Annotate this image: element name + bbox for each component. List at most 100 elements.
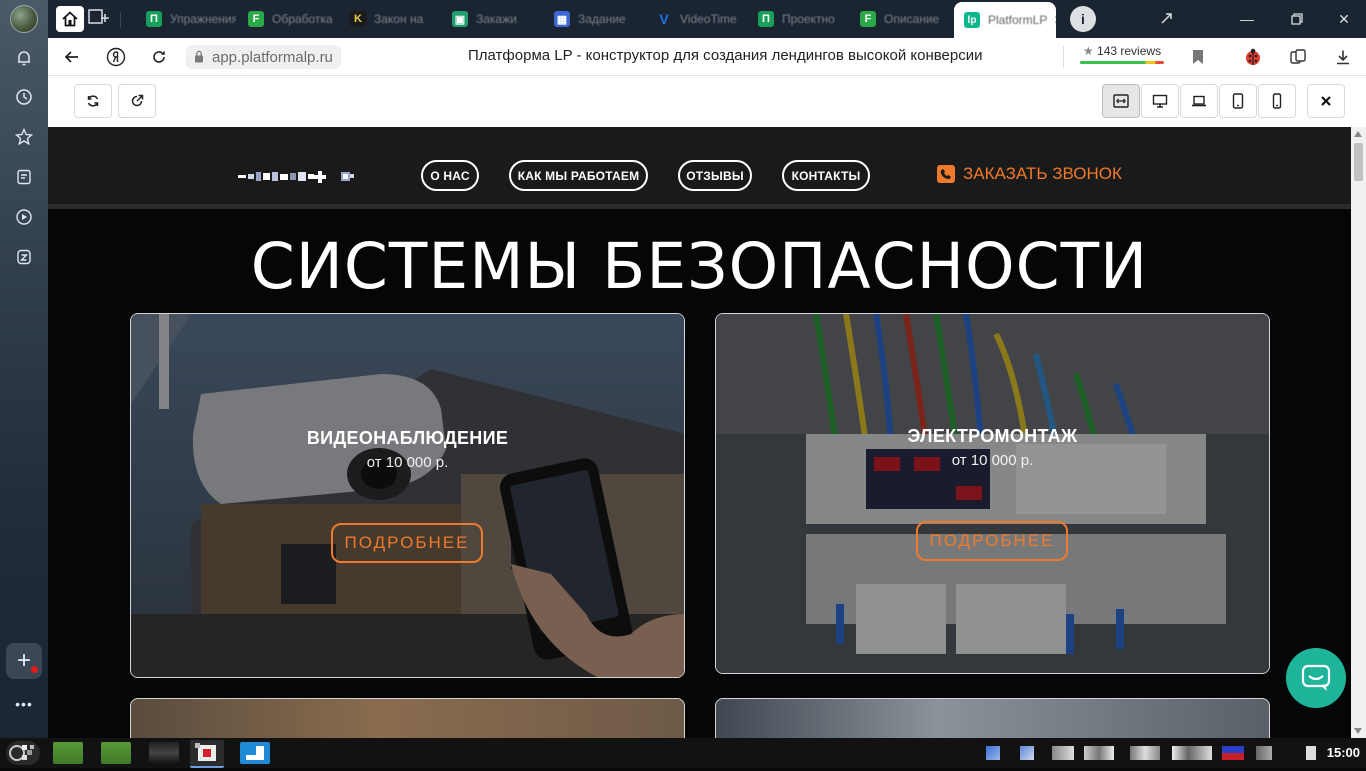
- tab-favicon: П: [758, 11, 774, 27]
- nav-contacts[interactable]: КОНТАКТЫ: [782, 160, 870, 191]
- profile-avatar[interactable]: [10, 5, 38, 33]
- scroll-up-arrow[interactable]: [1354, 131, 1362, 137]
- hero-title: СИСТЕМЫ БЕЗОПАСНОСТИ: [250, 230, 1149, 303]
- responsive-toolbar: [48, 76, 1366, 127]
- add-panel-button[interactable]: +: [6, 643, 42, 679]
- desktop-view-button[interactable]: [1141, 84, 1179, 118]
- service-card-4-partial[interactable]: [715, 698, 1270, 738]
- taskbar-app-browser[interactable]: [190, 740, 224, 768]
- tab-title: Упражнения: [170, 12, 236, 26]
- taskbar-app-3[interactable]: [149, 742, 179, 764]
- close-preview-button[interactable]: [1307, 84, 1345, 118]
- tablet-view-button[interactable]: [1219, 84, 1257, 118]
- tab-3[interactable]: K Закон на: [340, 4, 440, 34]
- tab-title: Проектно: [782, 12, 835, 26]
- tray-icon-5[interactable]: [1130, 746, 1160, 760]
- chat-icon: [1301, 664, 1331, 691]
- star-small-icon: ★: [1082, 44, 1094, 58]
- details-button[interactable]: ПОДРОБНЕЕ: [916, 521, 1068, 561]
- new-tab-icon[interactable]: i: [1070, 6, 1096, 32]
- scrollbar-thumb[interactable]: [1354, 143, 1363, 181]
- callback-link[interactable]: ЗАКАЗАТЬ ЗВОНОК: [937, 164, 1122, 184]
- star-icon[interactable]: [10, 123, 38, 151]
- tab-active-platformlp[interactable]: lp PlatformLP ✕: [954, 2, 1056, 38]
- tab-2[interactable]: F Обработка: [238, 4, 338, 34]
- nav-how-we-work[interactable]: КАК МЫ РАБОТАЕМ: [509, 160, 648, 191]
- scroll-down-arrow[interactable]: [1354, 728, 1362, 734]
- notes-icon[interactable]: [10, 163, 38, 191]
- tray-icon-3[interactable]: [1052, 746, 1074, 760]
- download-icon[interactable]: [1332, 46, 1354, 68]
- tab-title: PlatformLP: [988, 13, 1048, 27]
- tab-bar: П Упражнения F Обработка K Закон на ▣ Закажи…: [48, 0, 1366, 38]
- tab-8[interactable]: F Описание: [850, 4, 950, 34]
- fit-width-button[interactable]: [1102, 84, 1140, 118]
- tab-title: Закажи: [476, 12, 517, 26]
- taskbar-app-1[interactable]: [53, 742, 83, 764]
- close-window-icon[interactable]: ✕: [1333, 8, 1355, 30]
- history-icon[interactable]: [10, 83, 38, 111]
- tab-7[interactable]: П Проектно: [748, 4, 848, 34]
- nav-reviews[interactable]: ОТЗЫВЫ: [678, 160, 752, 191]
- reviews-count: 143 reviews: [1097, 44, 1162, 58]
- minimize-icon[interactable]: —: [1236, 8, 1258, 30]
- tray-icon-2[interactable]: [1020, 746, 1034, 760]
- laptop-view-button[interactable]: [1180, 84, 1218, 118]
- new-tab-group-icon[interactable]: [88, 6, 110, 28]
- tray-icon-1[interactable]: [986, 746, 1000, 760]
- nav-about[interactable]: О НАС: [421, 160, 479, 191]
- tab-favicon: K: [350, 11, 366, 27]
- tab-title: Закон на: [374, 12, 424, 26]
- tray-icon-8[interactable]: [1256, 746, 1272, 760]
- tab-5[interactable]: ▦ Задание: [544, 4, 644, 34]
- tab-6[interactable]: V VideoTime: [646, 4, 746, 34]
- more-icon[interactable]: •••: [10, 690, 38, 718]
- bell-icon[interactable]: [10, 44, 38, 72]
- messenger-icon[interactable]: [10, 243, 38, 271]
- bookmark-icon[interactable]: [1187, 46, 1209, 68]
- yandex-logo-icon[interactable]: [104, 45, 128, 69]
- tray-icon-6[interactable]: [1172, 746, 1212, 760]
- battery-icon[interactable]: [1306, 746, 1316, 760]
- restore-icon[interactable]: [1286, 8, 1308, 30]
- service-card-3-partial[interactable]: [130, 698, 685, 738]
- service-card-electrical[interactable]: ЭЛЕКТРОМОНТАЖ от 10 000 р. ПОДРОБНЕЕ: [715, 313, 1270, 674]
- reload-icon[interactable]: [147, 45, 171, 69]
- chat-widget-button[interactable]: [1286, 648, 1346, 708]
- card-title: ЭЛЕКТРОМОНТАЖ: [907, 426, 1078, 446]
- collections-icon[interactable]: [1287, 46, 1309, 68]
- tab-favicon: ▣: [452, 11, 468, 27]
- start-menu-icon[interactable]: [6, 741, 40, 765]
- back-arrow-icon[interactable]: [60, 45, 84, 69]
- refresh-preview-button[interactable]: [74, 84, 112, 118]
- tray-icon-4[interactable]: [1084, 746, 1114, 760]
- tab-title: VideoTime: [680, 12, 737, 26]
- site-logo[interactable]: [238, 170, 393, 184]
- url-field[interactable]: app.platformalp.ru: [186, 45, 341, 69]
- tab-actions-icon[interactable]: [1156, 8, 1178, 30]
- tab-title: Обработка: [272, 12, 333, 26]
- taskbar-app-5[interactable]: [240, 742, 270, 764]
- tab-4[interactable]: ▣ Закажи: [442, 4, 542, 34]
- taskbar-app-2[interactable]: [101, 742, 131, 764]
- tab-title: Описание: [884, 12, 940, 26]
- tab-separator: [120, 12, 121, 28]
- tab-favicon: ▦: [554, 11, 570, 27]
- media-icon[interactable]: [10, 203, 38, 231]
- rating-bar: [1080, 61, 1164, 64]
- details-button[interactable]: ПОДРОБНЕЕ: [331, 523, 483, 563]
- mobile-view-button[interactable]: [1258, 84, 1296, 118]
- service-card-video[interactable]: ВИДЕОНАБЛЮДЕНИЕ от 10 000 р. ПОДРОБНЕЕ: [130, 313, 685, 678]
- tab-1[interactable]: П Упражнения: [136, 4, 236, 34]
- open-external-button[interactable]: [118, 84, 156, 118]
- home-icon[interactable]: [56, 6, 84, 32]
- address-bar: app.platformalp.ru Платформа LP - констр…: [48, 38, 1366, 76]
- tab-favicon: F: [248, 11, 264, 27]
- tab-close-icon[interactable]: ✕: [1053, 13, 1056, 27]
- page-scrollbar[interactable]: [1351, 127, 1366, 738]
- reviews-badge[interactable]: ★ 143 reviews: [1078, 44, 1166, 64]
- keyboard-layout-icon[interactable]: [1222, 746, 1244, 760]
- phone-icon: [937, 165, 955, 183]
- ladybug-extension-icon[interactable]: [1242, 46, 1264, 68]
- site-header: О НАС КАК МЫ РАБОТАЕМ ОТЗЫВЫ КОНТАКТЫ ЗА…: [48, 127, 1351, 209]
